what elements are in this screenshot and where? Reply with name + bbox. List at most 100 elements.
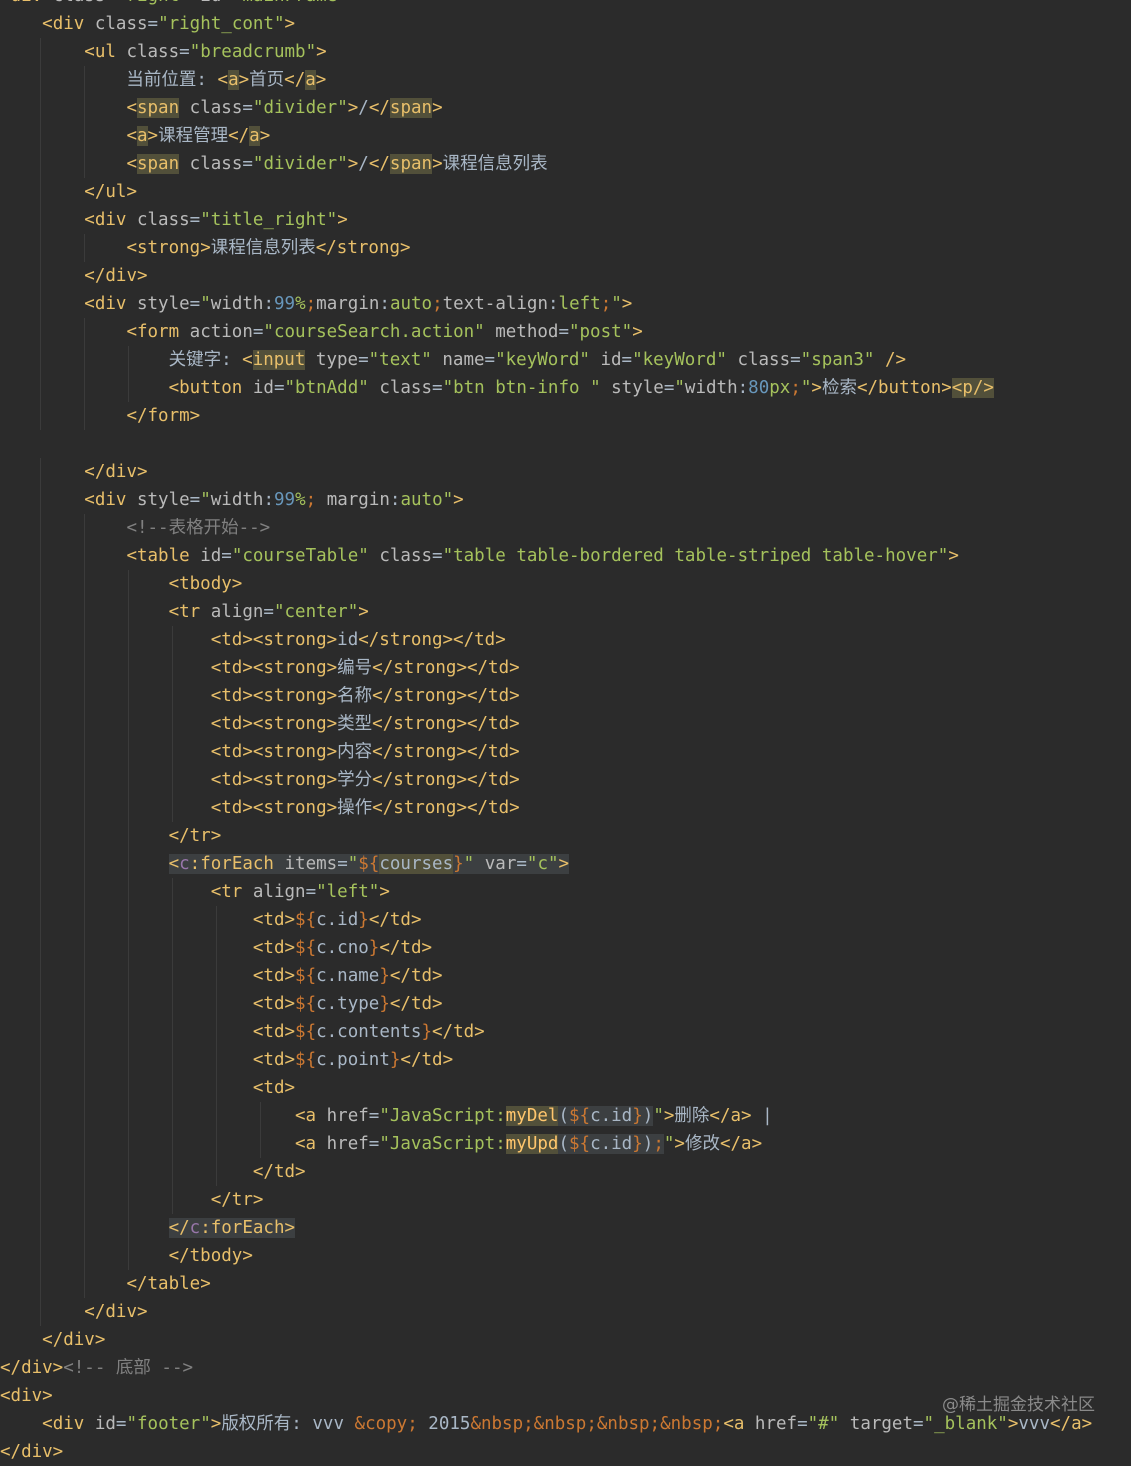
- code-token: <button: [168, 378, 253, 398]
- code-token: }: [368, 938, 380, 958]
- code-token: class: [126, 42, 180, 62]
- code-token: >: [432, 154, 443, 174]
- code-token: target: [849, 1414, 913, 1434]
- code-token: c.id: [316, 910, 359, 930]
- code-token: <div: [0, 0, 53, 6]
- code-token: align: [210, 602, 264, 622]
- code-token: }: [453, 854, 464, 874]
- code-token: </: [284, 70, 306, 90]
- code-token: <td>: [252, 910, 296, 930]
- code-token: >: [210, 1414, 222, 1434]
- code-token: <td><strong>: [210, 686, 338, 706]
- code-token: myDel: [505, 1106, 559, 1126]
- code-editor[interactable]: <div class="right" id="mainFrame"> <div …: [0, 0, 1131, 1466]
- code-token: =: [358, 350, 369, 370]
- code-token: >: [674, 1134, 685, 1154]
- code-token: 名称: [337, 686, 373, 706]
- code-token: </div>: [84, 462, 148, 482]
- code-token: <: [168, 854, 180, 874]
- code-token: >: [558, 854, 570, 874]
- code-line: <div class="right" id="mainFrame">: [0, 0, 1131, 10]
- code-token: <a: [295, 1106, 327, 1126]
- code-token: <form: [126, 322, 190, 342]
- code-token: <!--表格开始-->: [126, 518, 271, 538]
- code-token: a: [228, 70, 239, 90]
- code-token: c.point: [316, 1050, 390, 1070]
- code-token: <td>: [252, 966, 296, 986]
- code-token: "title_right": [200, 210, 338, 230]
- code-token: >: [238, 70, 250, 90]
- code-token: %: [295, 294, 306, 314]
- code-token: <: [126, 154, 137, 174]
- code-token: ;: [432, 294, 443, 314]
- code-token: =: [621, 350, 633, 370]
- code-line: </ul>: [0, 178, 1131, 206]
- code-token: </td>: [389, 966, 443, 986]
- code-token: </strong>: [315, 238, 411, 258]
- code-line: <tr align="left">: [0, 878, 1131, 906]
- code-token: 修改: [684, 1134, 720, 1154]
- code-token: =: [432, 546, 443, 566]
- code-token: 99: [274, 490, 296, 510]
- code-line: <td><strong>内容</strong></td>: [0, 738, 1131, 766]
- code-token: }: [379, 994, 390, 1014]
- code-line: <td>${c.contents}</td>: [0, 1018, 1131, 1046]
- code-token: </strong></td>: [372, 658, 520, 678]
- code-token: items: [284, 854, 338, 874]
- code-line: <td>: [0, 1074, 1131, 1102]
- code-token: :: [263, 294, 274, 314]
- code-token: var: [484, 854, 517, 874]
- code-token: <ul: [84, 42, 127, 62]
- code-token: :: [389, 490, 401, 510]
- code-line: <td><strong>操作</strong></td>: [0, 794, 1131, 822]
- code-token: ": [800, 378, 812, 398]
- code-token: </a>: [1050, 1414, 1093, 1434]
- code-token: </: [368, 98, 390, 118]
- code-token: name: [442, 350, 485, 370]
- code-token: ": [463, 854, 485, 874]
- code-token: <td><strong>: [210, 714, 338, 734]
- code-token: >: [347, 98, 359, 118]
- code-token: =: [189, 294, 201, 314]
- code-token: <td>: [252, 1050, 296, 1070]
- code-token: >: [284, 14, 296, 34]
- code-token: |: [751, 1106, 773, 1126]
- code-token: <td>: [252, 1022, 296, 1042]
- code-token: =: [252, 322, 264, 342]
- code-token: <td>: [252, 938, 296, 958]
- code-token: "right_cont": [158, 14, 285, 34]
- code-token: ": [347, 854, 359, 874]
- code-token: ": [200, 490, 211, 510]
- code-line: </form>: [0, 402, 1131, 430]
- code-token: <div: [42, 1414, 95, 1434]
- code-token: ": [200, 294, 211, 314]
- code-token: width: [684, 378, 738, 398]
- code-token: =: [221, 546, 232, 566]
- code-line: <td>${c.id}</td>: [0, 906, 1131, 934]
- code-line: <button id="btnAdd" class="btn btn-info …: [0, 374, 1131, 402]
- code-token: "keyWord": [495, 350, 601, 370]
- code-token: =: [484, 350, 496, 370]
- code-token: auto": [400, 490, 454, 510]
- code-token: ${: [295, 1050, 317, 1070]
- code-line: </div>: [0, 1438, 1131, 1466]
- code-line: <!--表格开始-->: [0, 514, 1131, 542]
- code-token: ;: [600, 294, 612, 314]
- code-token: "center": [273, 602, 359, 622]
- code-token: 当前位置:: [0, 70, 218, 90]
- code-token: "c": [526, 854, 559, 874]
- code-line: <span class="divider">/</span>: [0, 94, 1131, 122]
- code-token: margin: [316, 294, 380, 314]
- code-token: "left": [316, 882, 380, 902]
- code-line: </div>: [0, 1326, 1131, 1354]
